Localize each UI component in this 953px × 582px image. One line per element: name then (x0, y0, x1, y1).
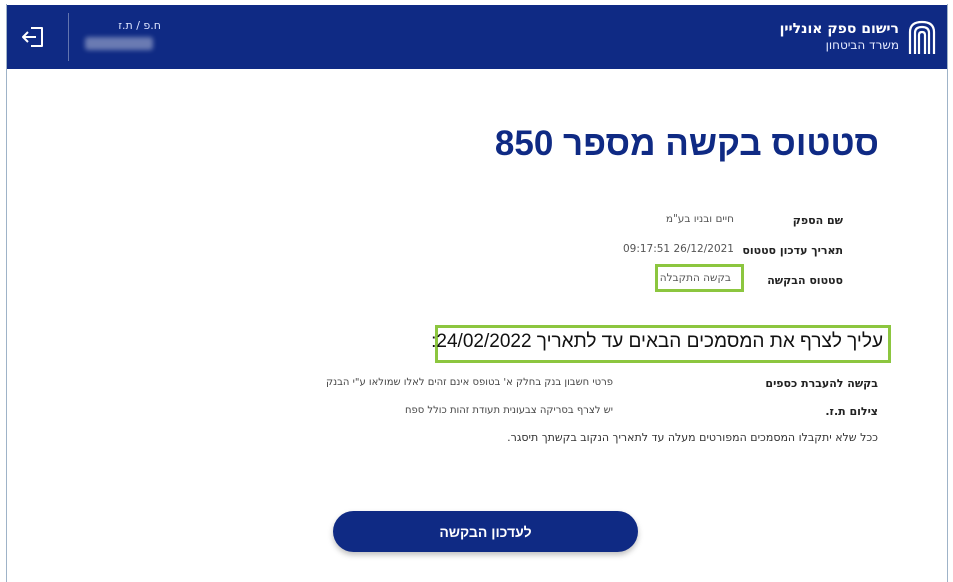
id-label: ח.פ / ת.ז (118, 19, 161, 32)
documents-notice: עליך לצרף את המסמכים הבאים עד לתאריך 24/… (431, 331, 883, 352)
page-title: סטטוס בקשה מספר 850 (494, 124, 879, 163)
status-date-value: 26/12/2021 09:17:51 (622, 243, 734, 255)
id-value-redacted (85, 37, 153, 50)
ministry-logo-icon (908, 20, 936, 54)
user-id-block: ח.פ / ת.ז (85, 19, 175, 50)
document-name: צילום ת.ז. (825, 405, 878, 418)
brand: רישום ספק אונליין משרד הביטחון (780, 18, 937, 56)
supplier-name-value: חיים ובניו בע"מ (665, 213, 734, 225)
status-date-label: תאריך עדכון סטטוס (742, 244, 843, 257)
closure-note: ככל שלא יתקבלו המסמכים המפורטים מעלה עד … (507, 431, 878, 444)
supplier-name-label: שם הספק (792, 214, 843, 227)
update-request-button[interactable]: לעדכון הבקשה (333, 511, 638, 552)
brand-subtitle: משרד הביטחון (825, 38, 899, 52)
logout-icon (22, 27, 43, 47)
request-status-label: סטטוס הבקשה (767, 274, 843, 287)
logout-button[interactable] (15, 19, 51, 55)
brand-title: רישום ספק אונליין (779, 21, 899, 37)
header-divider (68, 13, 69, 61)
top-bar: ח.פ / ת.ז רישום ספק אונליין משרד הביטחון (7, 5, 947, 69)
document-description: יש לצרף בסריקה צבעונית תעודת זהות כולל ס… (404, 405, 613, 416)
request-status-value: בקשה התקבלה (659, 272, 731, 284)
page-frame (6, 4, 948, 582)
document-description: פרטי חשבון בנק בחלק א' בטופס אינם זהים ל… (326, 377, 613, 388)
document-name: בקשה להעברת כספים (765, 377, 878, 390)
